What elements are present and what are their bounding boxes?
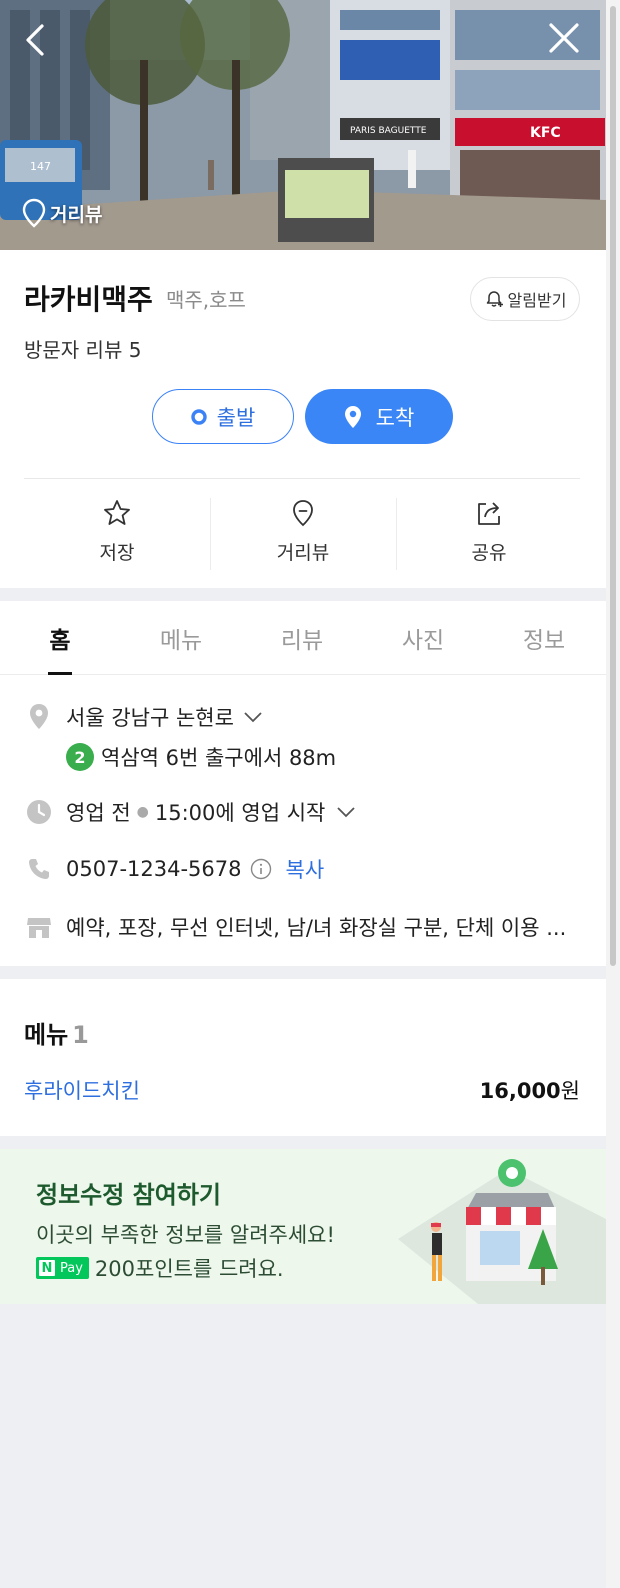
subway-text: 역삼역 6번 출구에서 88m — [101, 746, 337, 770]
close-button[interactable] — [546, 20, 582, 56]
phone-row: 0507-1234-5678 복사 — [24, 854, 324, 884]
streetview-button[interactable]: 거리뷰 — [210, 498, 396, 572]
streetview-badge[interactable]: 거리뷰 — [22, 198, 102, 228]
back-button[interactable] — [20, 20, 52, 60]
share-button[interactable]: 공유 — [396, 498, 582, 572]
phone-icon — [29, 859, 49, 879]
home-details-panel: 홈 메뉴 리뷰 사진 정보 서울 강남구 논현로 2 역삼역 6번 출구에서 8… — [0, 601, 606, 966]
menu-section-title: 메뉴 1 — [24, 1015, 89, 1050]
menu-section: 메뉴 1 후라이드치킨 16,000원 — [0, 979, 606, 1136]
tab-info[interactable]: 정보 — [484, 621, 604, 655]
store-icon — [27, 918, 51, 938]
hours-row[interactable]: 영업 전 ● 15:00에 영업 시작 — [24, 797, 357, 827]
street-view-photo[interactable]: PARIS BAGUETTE KFC 147 거리뷰 — [0, 0, 606, 250]
bell-plus-icon — [486, 291, 503, 307]
menu-title-text: 메뉴 — [24, 1021, 69, 1049]
location-pin-icon — [293, 500, 313, 527]
tab-review[interactable]: 리뷰 — [242, 621, 362, 655]
divider — [24, 478, 580, 479]
share-icon — [478, 502, 500, 525]
alarm-button[interactable]: 알림받기 — [470, 277, 580, 321]
amenities-row[interactable]: 예약, 포장, 무선 인터넷, 남/녀 화장실 구분, 단체 이용 ... — [24, 912, 566, 942]
streetview-action-label: 거리뷰 — [276, 542, 330, 564]
alarm-label: 알림받기 — [507, 291, 567, 310]
menu-count: 1 — [72, 1021, 89, 1049]
star-icon — [104, 500, 130, 525]
bus-number: 147 — [30, 160, 51, 173]
subway-info: 2 역삼역 6번 출구에서 88m — [66, 742, 336, 772]
arrive-button[interactable]: 도착 — [305, 389, 453, 444]
subway-line-badge: 2 — [66, 743, 94, 771]
place-summary-card: 라카비맥주 맥주,호프 알림받기 방문자 리뷰 5 출발 도착 저장 거리뷰 공… — [0, 250, 606, 588]
destination-pin-icon — [344, 405, 361, 428]
banner-reward-text: 200포인트를 드려요. — [94, 1257, 284, 1281]
place-category: 맥주,호프 — [166, 288, 246, 312]
visitor-review-count[interactable]: 방문자 리뷰 5 — [24, 334, 141, 363]
tab-menu[interactable]: 메뉴 — [121, 621, 241, 655]
streetview-label: 거리뷰 — [50, 203, 103, 226]
banner-line2: N Pay 200포인트를 드려요. — [36, 1253, 284, 1283]
banner-title: 정보수정 참여하기 — [36, 1181, 221, 1209]
tab-bar: 홈 메뉴 리뷰 사진 정보 — [0, 601, 606, 675]
save-button[interactable]: 저장 — [24, 498, 210, 572]
origin-dot-icon — [190, 408, 207, 425]
place-name: 라카비맥주 — [24, 283, 153, 316]
address-row[interactable]: 서울 강남구 논현로 — [24, 702, 264, 732]
share-label: 공유 — [471, 542, 507, 564]
copy-phone-button[interactable]: 복사 — [286, 854, 325, 884]
menu-item-name[interactable]: 후라이드치킨 — [24, 1075, 140, 1105]
menu-price-unit: 원 — [560, 1079, 580, 1103]
edit-info-banner[interactable]: 정보수정 참여하기 이곳의 부족한 정보를 알려주세요! N Pay 200포인트… — [0, 1149, 606, 1304]
chevron-down-icon[interactable] — [335, 805, 357, 819]
arrive-label: 도착 — [375, 405, 415, 430]
menu-item-price: 16,000원 — [480, 1075, 580, 1105]
chevron-left-icon — [26, 24, 44, 56]
address-text: 서울 강남구 논현로 — [66, 706, 234, 730]
menu-price-value: 16,000 — [479, 1079, 561, 1103]
business-status: 영업 전 — [66, 801, 131, 825]
npay-logo: N Pay — [36, 1257, 89, 1279]
tab-home[interactable]: 홈 — [0, 621, 120, 655]
scrollbar[interactable] — [606, 0, 620, 1588]
clock-icon — [27, 800, 51, 824]
info-icon[interactable] — [250, 858, 272, 880]
business-hours: 15:00에 영업 시작 — [154, 801, 326, 825]
active-tab-indicator — [48, 672, 72, 675]
location-pin-icon — [30, 704, 48, 729]
bakery-sign: PARIS BAGUETTE — [350, 126, 427, 136]
amenities-text: 예약, 포장, 무선 인터넷, 남/녀 화장실 구분, 단체 이용 ... — [66, 916, 567, 940]
depart-label: 출발 — [216, 405, 256, 430]
banner-line1: 이곳의 부족한 정보를 알려주세요! — [36, 1223, 335, 1247]
chevron-down-icon[interactable] — [242, 710, 264, 724]
scrollbar-thumb[interactable] — [610, 6, 616, 966]
save-label: 저장 — [99, 542, 135, 564]
phone-number[interactable]: 0507-1234-5678 — [66, 857, 242, 881]
kfc-sign: KFC — [530, 125, 561, 141]
location-pin-icon — [22, 198, 46, 228]
store-illustration — [398, 1159, 606, 1304]
tab-photo[interactable]: 사진 — [363, 621, 483, 655]
close-icon — [549, 23, 579, 53]
depart-button[interactable]: 출발 — [152, 389, 294, 444]
